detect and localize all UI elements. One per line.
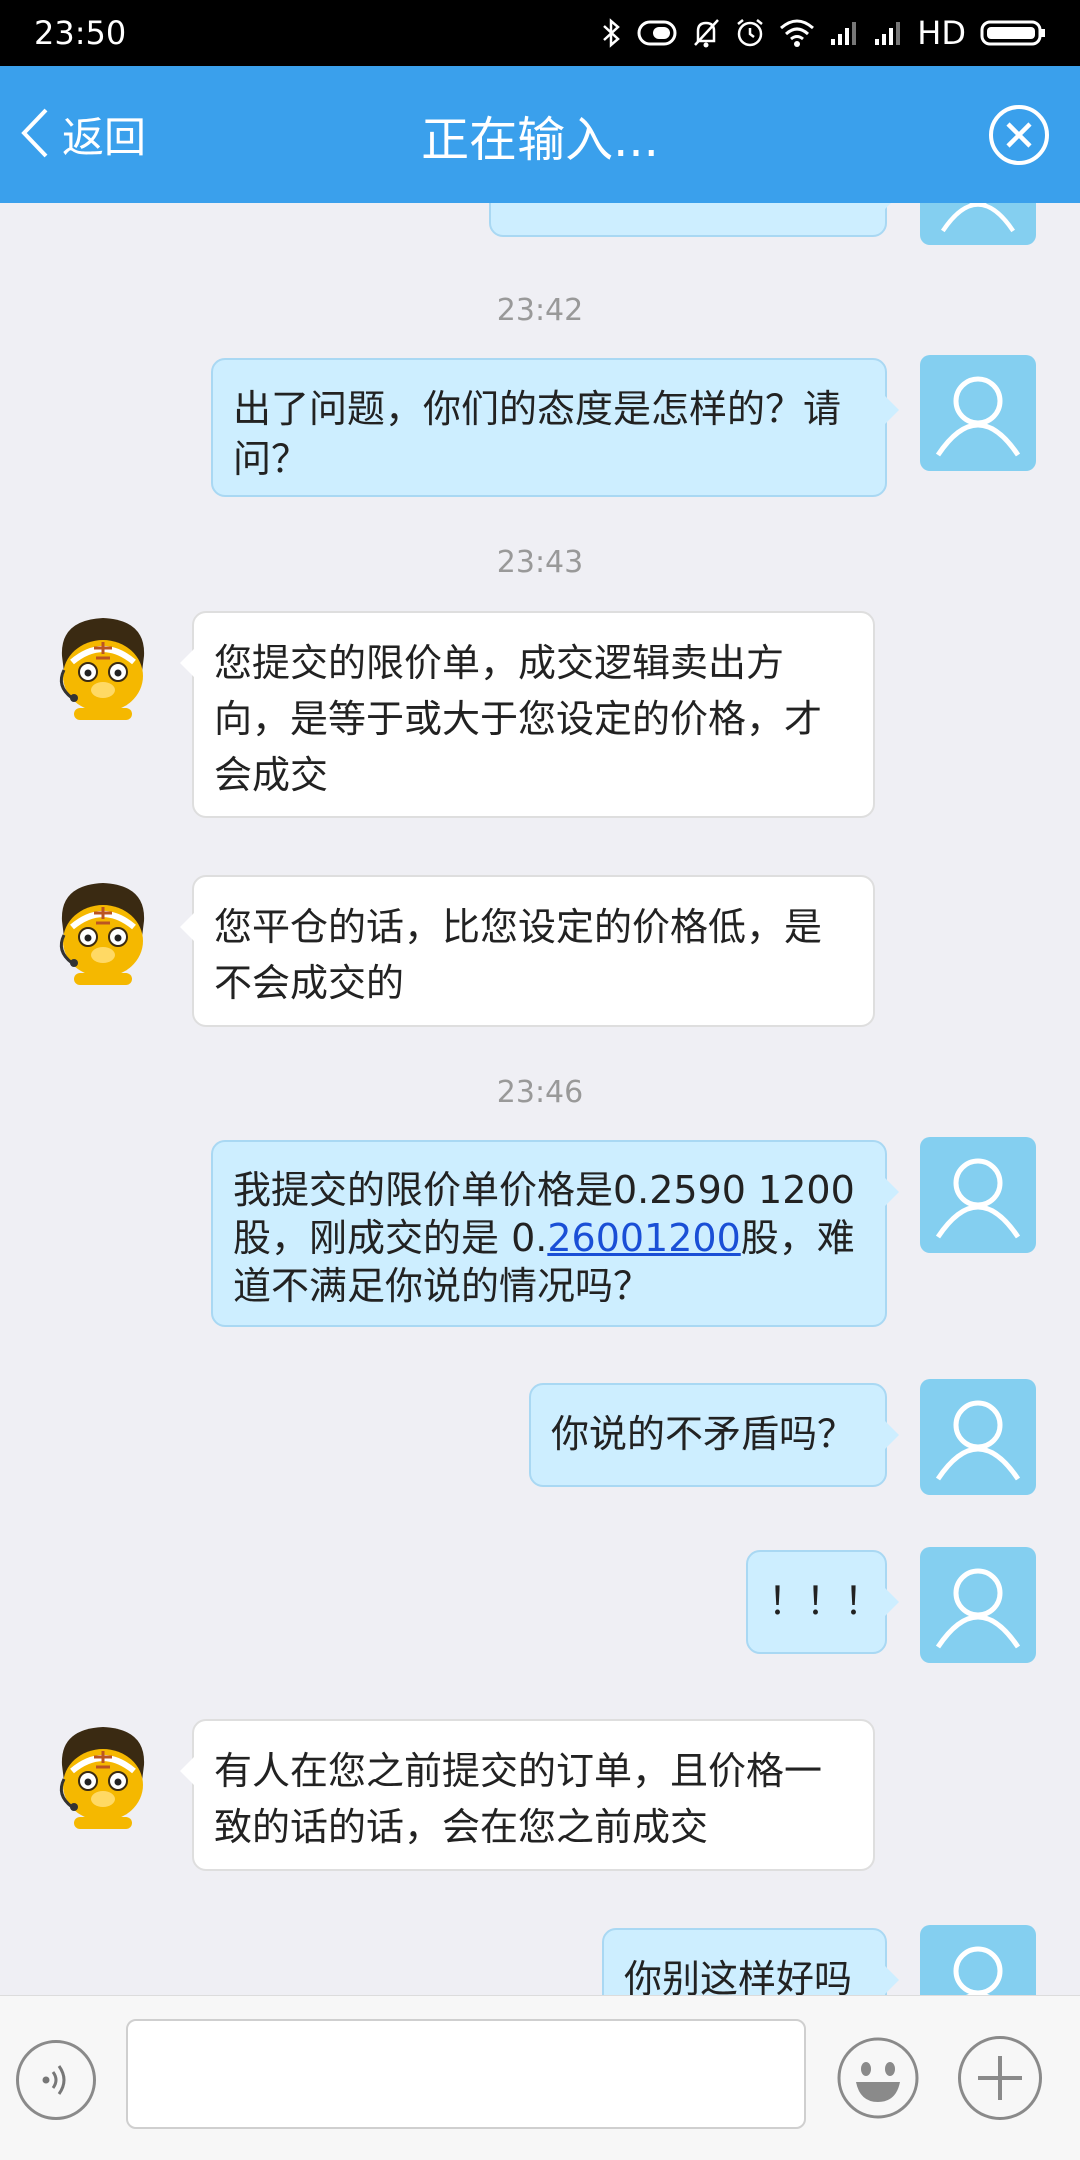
timestamp: 23:43 (496, 545, 584, 580)
message-bubble[interactable]: 有人在您之前提交的订单，且价格一致的话的话，会在您之前成交 (180, 1719, 875, 1871)
message-bubble[interactable]: 出了问题，你们的态度是怎样的？请问？ (211, 358, 899, 497)
avatar[interactable] (920, 355, 1036, 471)
message-text: 你别这样好吗 (624, 1957, 853, 1995)
message-bubble[interactable]: 我提交的限价单价格是0.2590 1200股，刚成交的是 0.26001200股… (211, 1140, 899, 1327)
message-bubble[interactable]: 您提交的限价单，成交逻辑卖出方向，是等于或大于您设定的价格，才会成交 (180, 611, 875, 818)
signal-icon (829, 19, 859, 47)
status-icons: HD (601, 14, 1046, 52)
avatar[interactable] (920, 1547, 1036, 1663)
message-text: 你说的不矛盾吗？ (551, 1412, 856, 1456)
message-text: 出了问题，你们的态度是怎样的？请问？ (233, 387, 842, 481)
user-avatar-icon (935, 1158, 1021, 1239)
bluetooth-icon (601, 17, 623, 49)
user-avatar-icon (935, 376, 1021, 457)
timestamp: 23:46 (496, 1075, 584, 1110)
back-button[interactable]: 返回 (18, 66, 146, 203)
avatar[interactable] (920, 1379, 1036, 1495)
tiger-avatar-icon (59, 1727, 145, 1829)
user-avatar-icon (953, 1946, 1003, 1995)
close-circle-icon (989, 105, 1049, 165)
user-avatar-icon (935, 1568, 1021, 1649)
emoji-icon (837, 2037, 919, 2119)
voice-button[interactable] (16, 2040, 96, 2120)
message-text: 有人在您之前提交的订单，且价格一致的话的话，会在您之前成交 (214, 1749, 823, 1849)
back-label: 返回 (62, 113, 147, 162)
title-bar: 返回 正在输入... (0, 66, 1080, 203)
battery-icon (980, 18, 1046, 48)
message-text: 您平仓的话，比您设定的价格低，是不会成交的 (214, 905, 823, 1005)
mute-icon (691, 17, 721, 49)
voice-icon (42, 2065, 66, 2095)
avatar[interactable] (920, 203, 1036, 245)
phone-number-link[interactable]: 26001200 (547, 1216, 740, 1260)
avatar[interactable] (920, 1137, 1036, 1253)
message-bubble[interactable]: 你说的不矛盾吗？ (529, 1383, 899, 1487)
message-bubble[interactable]: 您平仓的话，比您设定的价格低，是不会成交的 (180, 875, 875, 1027)
message-input[interactable] (126, 2019, 806, 2129)
message-bubble-partial (489, 203, 899, 237)
timestamp: 23:42 (496, 293, 584, 328)
chevron-left-icon (18, 106, 52, 164)
vibrate-icon (637, 17, 677, 49)
page-title: 正在输入... (421, 111, 659, 168)
emoji-button[interactable] (836, 2036, 920, 2120)
plus-icon (978, 2056, 1022, 2100)
close-button[interactable] (986, 102, 1052, 168)
avatar[interactable] (50, 612, 156, 722)
network-label: HD (917, 14, 966, 52)
status-time: 23:50 (34, 14, 127, 52)
avatar[interactable] (920, 1925, 1036, 1995)
status-bar: 23:50 HD (0, 0, 1080, 66)
message-text: ！！！ (768, 1579, 883, 1623)
tiger-avatar-icon (59, 883, 145, 985)
avatar[interactable] (50, 1721, 156, 1831)
chat-history[interactable]: 23:42 出了问题，你们的态度是怎样的？请问？ 23:43 您提交的限价单，成… (0, 203, 1080, 1995)
avatar[interactable] (50, 877, 156, 987)
wifi-icon (779, 18, 815, 48)
input-bar (0, 1995, 1080, 2160)
user-avatar-icon (935, 1400, 1021, 1481)
message-bubble[interactable]: 你别这样好吗 (602, 1928, 899, 1995)
alarm-icon (735, 17, 765, 49)
message-bubble[interactable]: ！！！ (746, 1550, 899, 1654)
tiger-avatar-icon (59, 618, 145, 720)
user-avatar-icon (940, 203, 1016, 233)
signal-icon (873, 19, 903, 47)
message-text: 您提交的限价单，成交逻辑卖出方向，是等于或大于您设定的价格，才会成交 (214, 641, 823, 797)
more-button[interactable] (958, 2036, 1042, 2120)
